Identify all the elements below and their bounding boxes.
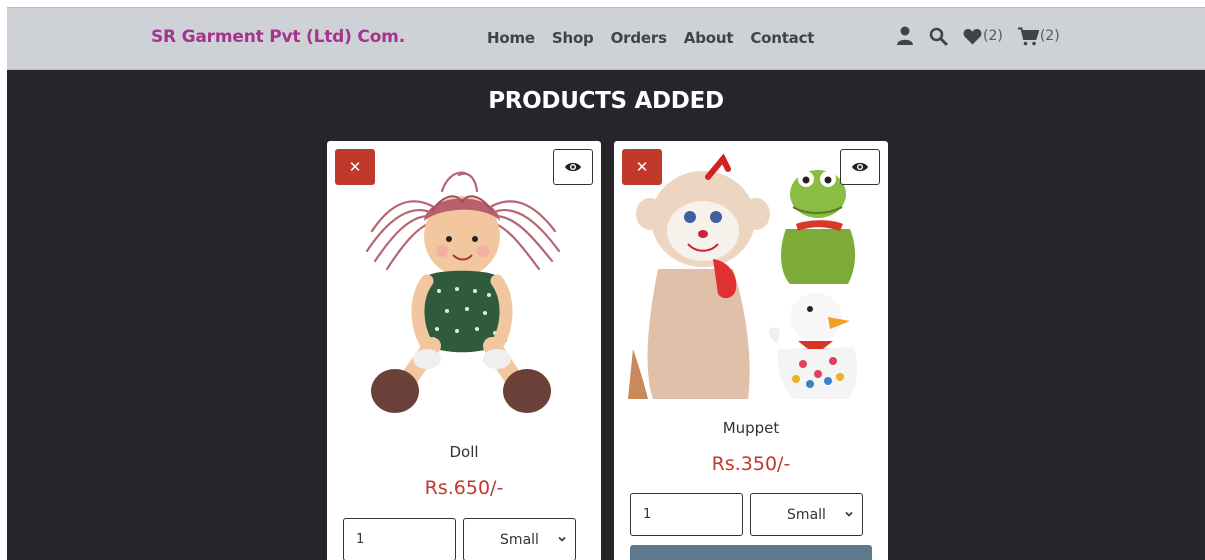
brand-logo[interactable]: SR Garment Pvt (Ltd) Com. <box>151 27 405 47</box>
update-cart-button[interactable] <box>630 545 872 560</box>
nav-link-about[interactable]: About <box>684 29 734 47</box>
nav-link-contact[interactable]: Contact <box>750 29 814 47</box>
wishlist-count: (2) <box>983 28 1003 44</box>
close-icon: ✕ <box>635 158 649 176</box>
size-select-value: Small <box>500 531 539 548</box>
quantity-input[interactable] <box>343 518 456 560</box>
navbar: SR Garment Pvt (Ltd) Com. Home Shop Orde… <box>7 8 1205 70</box>
close-icon: ✕ <box>348 158 362 176</box>
nav-icons: (2) (2) <box>896 26 1075 46</box>
size-select-value: Small <box>787 506 826 523</box>
chevron-down-icon <box>558 536 566 542</box>
cart-count: (2) <box>1039 28 1060 44</box>
user-icon[interactable] <box>896 26 914 46</box>
product-card: ✕ <box>327 141 601 560</box>
view-button[interactable] <box>840 149 880 185</box>
product-price: Rs.650/- <box>424 477 504 499</box>
cart-icon <box>1017 27 1039 45</box>
product-image-muppet <box>628 153 858 399</box>
cart-link[interactable]: (2) <box>1017 27 1060 46</box>
search-icon[interactable] <box>929 27 948 46</box>
wishlist-link[interactable]: (2) <box>963 28 1003 45</box>
product-image-doll <box>365 171 561 413</box>
nav-link-shop[interactable]: Shop <box>552 29 594 47</box>
page-title: PRODUCTS ADDED <box>488 88 724 114</box>
app-frame: SR Garment Pvt (Ltd) Com. Home Shop Orde… <box>7 7 1205 560</box>
product-name: Doll <box>449 443 479 461</box>
size-select[interactable]: Small <box>750 493 863 536</box>
nav-link-home[interactable]: Home <box>487 29 535 47</box>
heart-icon <box>963 28 982 44</box>
quantity-input[interactable] <box>630 493 743 536</box>
eye-icon <box>852 162 868 172</box>
size-select[interactable]: Small <box>463 518 576 560</box>
nav-links: Home Shop Orders About Contact <box>487 29 831 47</box>
nav-link-orders[interactable]: Orders <box>611 29 667 47</box>
remove-button[interactable]: ✕ <box>335 149 375 185</box>
product-card: ✕ <box>614 141 888 560</box>
product-price: Rs.350/- <box>711 453 791 475</box>
eye-icon <box>565 162 581 172</box>
view-button[interactable] <box>553 149 593 185</box>
product-name: Muppet <box>722 419 780 437</box>
chevron-down-icon <box>845 511 853 517</box>
remove-button[interactable]: ✕ <box>622 149 662 185</box>
